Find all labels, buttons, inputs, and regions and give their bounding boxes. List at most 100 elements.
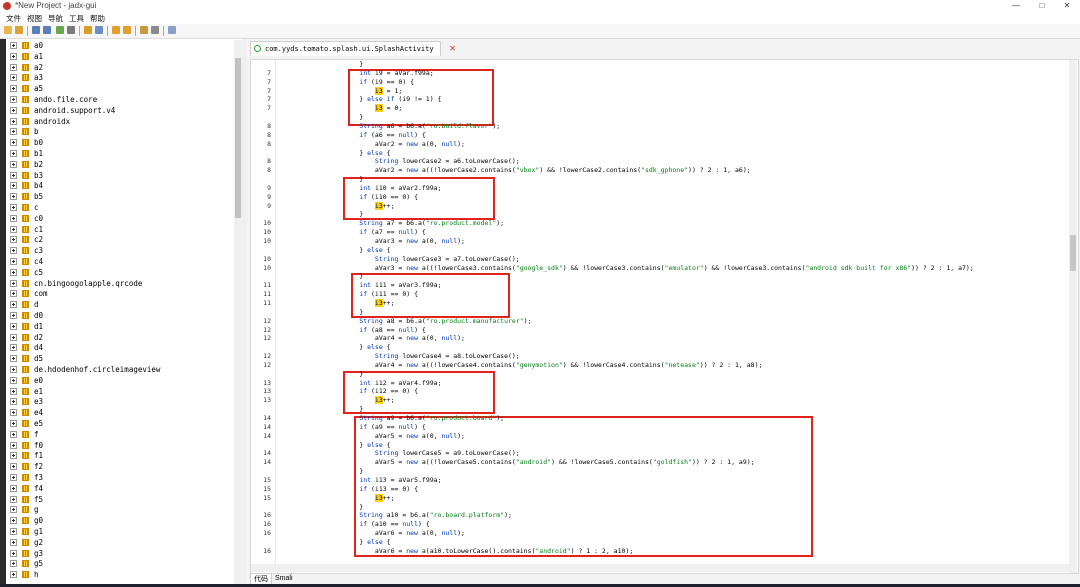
tree-item[interactable]: android.support.v4 [6,105,234,116]
open-file-icon[interactable] [4,26,12,34]
add-file-icon[interactable] [15,26,23,34]
tree-item[interactable]: g2 [6,537,234,548]
tree-item[interactable]: b [6,126,234,137]
expand-icon[interactable] [10,538,17,546]
expand-icon[interactable] [10,236,17,244]
tree-item[interactable]: a3 [6,72,234,83]
tree-item[interactable]: e3 [6,396,234,407]
expand-icon[interactable] [10,409,17,417]
tab-splash-activity[interactable]: com.yyds.tomato.splash.ui.SplashActivity… [250,41,456,56]
tree-item[interactable]: d4 [6,342,234,353]
export-icon[interactable] [67,26,75,34]
tree-item[interactable]: f5 [6,494,234,505]
expand-icon[interactable] [10,106,17,114]
menu-tools[interactable]: 工具 [69,13,84,24]
back-icon[interactable] [112,26,120,34]
expand-icon[interactable] [10,452,17,460]
tree-item[interactable]: a1 [6,51,234,62]
expand-icon[interactable] [10,42,17,49]
tree-item[interactable]: f3 [6,472,234,483]
tree-item[interactable]: a2 [6,62,234,73]
tree-item[interactable]: de.hdodenhof.circleimageview [6,364,234,375]
tree-item[interactable]: c2 [6,234,234,245]
menu-file[interactable]: 文件 [6,13,21,24]
expand-icon[interactable] [10,290,17,298]
tree-item[interactable]: androidx [6,116,234,127]
expand-icon[interactable] [10,258,17,265]
wand-icon[interactable] [84,26,92,34]
expand-icon[interactable] [10,560,17,568]
tree-item[interactable]: a0 [6,40,234,51]
tree-item[interactable]: d2 [6,332,234,343]
tree-item[interactable]: d [6,299,234,310]
log-icon[interactable] [151,26,159,34]
expand-icon[interactable] [10,171,17,179]
save-all-icon[interactable] [43,26,51,34]
tree-item[interactable]: g [6,504,234,515]
expand-icon[interactable] [10,376,17,384]
decompile-icon[interactable] [140,26,148,34]
tree-item[interactable]: f [6,429,234,440]
code-horizontal-scrollbar[interactable] [251,564,1069,572]
tree-item[interactable]: d5 [6,353,234,364]
expand-icon[interactable] [10,225,17,233]
expand-icon[interactable] [10,549,17,557]
tree-scroll-thumb[interactable] [235,58,241,218]
expand-icon[interactable] [10,506,17,514]
expand-icon[interactable] [10,484,17,492]
expand-icon[interactable] [10,117,17,125]
forward-icon[interactable] [123,26,131,34]
expand-icon[interactable] [10,96,17,103]
tree-item[interactable]: b3 [6,170,234,181]
sync-icon[interactable] [56,26,64,34]
tree-item[interactable]: c3 [6,245,234,256]
expand-icon[interactable] [10,571,17,579]
tree-item[interactable]: f4 [6,483,234,494]
expand-icon[interactable] [10,387,17,395]
maximize-button[interactable]: □ [1029,0,1055,12]
menu-help[interactable]: 帮助 [90,13,105,24]
expand-icon[interactable] [10,268,17,276]
tree-item[interactable]: e1 [6,386,234,397]
expand-icon[interactable] [10,139,17,147]
expand-icon[interactable] [10,366,17,373]
tree-item[interactable]: c0 [6,213,234,224]
tree-item[interactable]: b5 [6,191,234,202]
expand-icon[interactable] [10,355,17,363]
tree-item[interactable]: b1 [6,148,234,159]
expand-icon[interactable] [10,344,17,352]
tree-item[interactable]: c [6,202,234,213]
expand-icon[interactable] [10,63,17,71]
expand-icon[interactable] [10,528,17,535]
menu-navigate[interactable]: 导航 [48,13,63,24]
expand-icon[interactable] [10,517,17,525]
tree-item[interactable]: g3 [6,548,234,559]
expand-icon[interactable] [10,85,17,93]
expand-icon[interactable] [10,301,17,309]
expand-icon[interactable] [10,214,17,222]
expand-icon[interactable] [10,430,17,438]
close-tab-icon[interactable]: ✕ [450,42,456,56]
expand-icon[interactable] [10,182,17,190]
expand-icon[interactable] [10,463,17,471]
tree-item[interactable]: cn.bingoogolapple.qrcode [6,278,234,289]
tab-smali[interactable]: Smali [272,573,296,584]
tree-item[interactable]: b2 [6,159,234,170]
expand-icon[interactable] [10,52,17,60]
expand-icon[interactable] [10,247,17,255]
expand-icon[interactable] [10,160,17,168]
tree-item[interactable]: c1 [6,224,234,235]
minimize-button[interactable]: — [1003,0,1029,12]
search-icon[interactable] [95,26,103,34]
tree-item[interactable]: g1 [6,526,234,537]
tree-item[interactable]: f0 [6,440,234,451]
close-window-button[interactable]: ✕ [1054,0,1080,12]
tree-item[interactable]: b4 [6,180,234,191]
expand-icon[interactable] [10,279,17,287]
tree-item[interactable]: b0 [6,137,234,148]
tree-item[interactable]: g5 [6,558,234,569]
tree-item[interactable]: g0 [6,515,234,526]
expand-icon[interactable] [10,312,17,319]
expand-icon[interactable] [10,474,17,481]
expand-icon[interactable] [10,193,17,201]
